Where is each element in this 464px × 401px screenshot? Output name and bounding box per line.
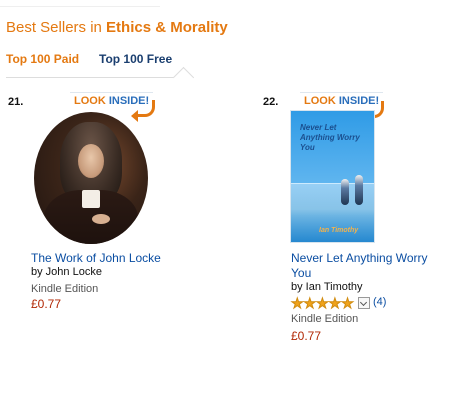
portrait-collar bbox=[82, 190, 100, 208]
review-count-link[interactable]: (4) bbox=[373, 296, 386, 308]
author-byline: by John Locke bbox=[31, 266, 102, 278]
book-cover-image[interactable]: Never Let Anything Worry You Ian Timothy bbox=[291, 111, 374, 242]
star-icon: ★★★★★ bbox=[291, 295, 355, 311]
top-divider bbox=[0, 0, 160, 7]
author-byline: by Ian Timothy bbox=[291, 281, 363, 293]
rank-number: 22. bbox=[263, 96, 279, 108]
book-cover-image[interactable] bbox=[34, 112, 148, 244]
tab-top-100-paid[interactable]: Top 100 Paid bbox=[6, 52, 79, 66]
format-label: Kindle Edition bbox=[31, 283, 99, 295]
tab-underline bbox=[6, 77, 193, 78]
portrait-hand bbox=[92, 214, 110, 224]
look-label: LOOK bbox=[304, 95, 336, 107]
heading-prefix: Best Sellers in bbox=[6, 19, 107, 36]
look-label: LOOK bbox=[74, 95, 106, 107]
rank-number: 21. bbox=[8, 96, 24, 108]
tab-top-100-free[interactable]: Top 100 Free bbox=[99, 52, 172, 66]
cover-person bbox=[341, 179, 349, 205]
page-heading: Best Sellers in Ethics & Morality bbox=[6, 19, 228, 36]
price: £0.77 bbox=[31, 297, 62, 311]
heading-category: Ethics & Morality bbox=[106, 19, 228, 36]
format-label: Kindle Edition bbox=[291, 313, 359, 325]
cover-author: Ian Timothy bbox=[319, 227, 359, 234]
chevron-down-icon[interactable] bbox=[358, 297, 370, 309]
product-title-line: You bbox=[291, 266, 312, 280]
curved-arrow-icon bbox=[131, 100, 155, 122]
price: £0.77 bbox=[291, 329, 322, 343]
portrait-face bbox=[78, 144, 104, 178]
cover-title: Never Let Anything Worry You bbox=[300, 123, 360, 152]
product-title-link[interactable]: Never Let Anything Worry You bbox=[291, 251, 451, 281]
cover-person bbox=[355, 175, 363, 205]
product-title-line: Never Let Anything Worry bbox=[291, 251, 428, 265]
product-title-link[interactable]: The Work of John Locke bbox=[31, 251, 161, 266]
tab-indicator-notch bbox=[172, 66, 195, 89]
product-title-line: The Work of John Locke bbox=[31, 251, 161, 265]
